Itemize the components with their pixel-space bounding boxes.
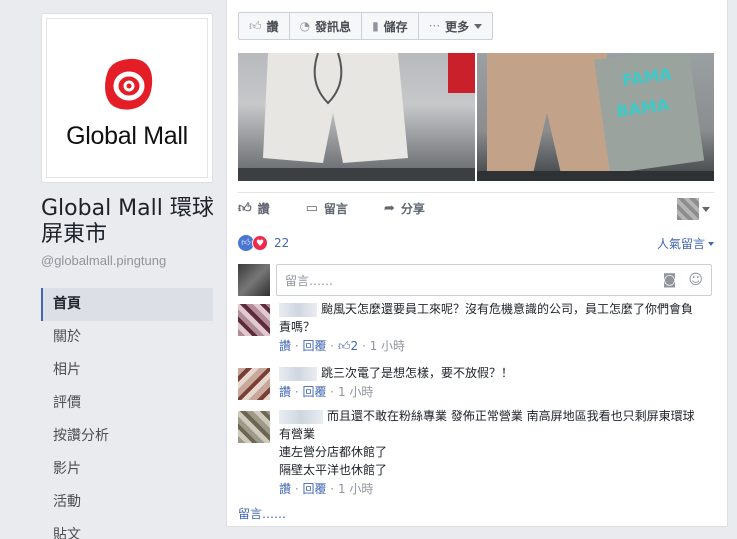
comment-time[interactable]: 1 小時 [338, 385, 373, 399]
post-like-button[interactable]: 👍︎ 讚 [238, 200, 270, 217]
comment-reply-link[interactable]: 回覆 [302, 385, 326, 399]
post-photo-1[interactable] [238, 53, 475, 181]
nav-item-photos[interactable]: 相片 [41, 354, 213, 387]
profile-picture[interactable]: Global Mall [41, 13, 213, 183]
emoji-icon[interactable]: ☺ [688, 272, 703, 288]
comment-meta: 讚 · 回覆 · 1 小時 [279, 482, 374, 496]
nav-item-reviews[interactable]: 評價 [41, 387, 213, 420]
comment-meta: 讚 · 回覆 · 1 小時 [279, 385, 374, 399]
commenter-name-redacted[interactable] [279, 409, 323, 424]
logo-text: Global Mall [66, 122, 188, 150]
more-label: 更多 [445, 19, 470, 34]
comment-text-line-3: 隔壁太平洋也休館了 [279, 463, 388, 477]
post-share-button[interactable]: ➦ 分享 [384, 200, 425, 217]
more-button[interactable]: ··· 更多 [417, 12, 494, 40]
post-as-selector[interactable] [677, 198, 710, 220]
share-arrow-icon: ➦ [383, 201, 395, 216]
comment-reply-link[interactable]: 回覆 [302, 339, 326, 353]
chevron-down-icon [474, 23, 483, 29]
camera-icon[interactable]: ◙ [663, 272, 677, 288]
page-title[interactable]: Global Mall 環球屏東市 [41, 196, 216, 248]
message-button[interactable]: ◔ 發訊息 [288, 12, 363, 40]
comment-body: 而且還不敢在粉絲專業 發佈正常營業 南高屏地區我看也只剩屏東環球有營業 連左營分… [279, 407, 704, 497]
comment-like-link[interactable]: 讚 [279, 482, 291, 496]
comment-input-placeholder: 留言…… [285, 273, 334, 288]
avatar[interactable] [238, 368, 270, 400]
comment-item: 颱風天怎麼還要員工來呢？沒有危機意識的公司，員工怎麼了你們會負責嗎？ 讚 · 回… [238, 300, 714, 362]
comment-sort-dropdown[interactable]: 人氣留言 [657, 235, 714, 252]
post-share-label: 分享 [400, 202, 425, 216]
avatar[interactable] [238, 304, 270, 336]
comment-item: 跳三次電了是想怎樣，要不放假？！ 讚 · 回覆 · 1 小時 [238, 364, 714, 404]
thumbs-up-icon: 👍︎ [249, 18, 262, 33]
love-reaction-icon[interactable]: ♥ [252, 235, 268, 251]
commenter-name-redacted[interactable] [279, 366, 317, 381]
thumbs-up-icon: 👍︎ [238, 201, 252, 216]
more-dots-icon: ··· [428, 19, 441, 33]
save-label: 儲存 [383, 19, 408, 34]
post-comment-label: 留言 [323, 202, 348, 216]
comment-reaction-number: 2 [350, 339, 359, 353]
comment-input[interactable]: 留言…… ◙ ☺ [276, 264, 712, 296]
post-comment-button[interactable]: ▭ 留言 [306, 200, 348, 217]
view-more-comments-link[interactable]: 留言…… [238, 505, 286, 522]
nav-item-likes-insights[interactable]: 按讚分析 [41, 420, 213, 453]
nav-item-about[interactable]: 關於 [41, 321, 213, 354]
comment-time[interactable]: 1 小時 [370, 339, 405, 353]
comment-time[interactable]: 1 小時 [338, 482, 373, 496]
page-nav: 首頁 關於 相片 評價 按讚分析 影片 活動 貼文 [41, 288, 213, 539]
sort-label: 人氣留言 [656, 237, 705, 251]
comment-composer: 留言…… ◙ ☺ [238, 262, 714, 298]
comment-text-line-1: 而且還不敢在粉絲專業 發佈正常營業 南高屏地區我看也只剩屏東環球有營業 [279, 409, 695, 441]
chevron-down-icon [702, 206, 710, 212]
reactions-summary: 👍︎ ♥ 22 人氣留言 [238, 233, 714, 253]
post-actions-bar: 👍︎ 讚 ▭ 留言 ➦ 分享 [238, 192, 714, 224]
comment-reply-link[interactable]: 回覆 [302, 482, 326, 496]
nav-item-home[interactable]: 首頁 [41, 288, 213, 321]
nav-item-events[interactable]: 活動 [41, 486, 213, 519]
comment-text: 跳三次電了是想怎樣，要不放假？！ [321, 366, 514, 380]
logo-frame: Global Mall [46, 18, 208, 178]
page-toolbar: 👍︎ 讚 ◔ 發訊息 ▮ 儲存 ··· 更多 [238, 12, 494, 40]
thumbs-up-icon: 👍︎ [337, 339, 351, 353]
avatar [677, 198, 699, 220]
page-handle[interactable]: @globalmall.pingtung [41, 253, 166, 268]
nav-item-videos[interactable]: 影片 [41, 453, 213, 486]
global-mall-logo-icon [105, 58, 153, 110]
comment-item: 而且還不敢在粉絲專業 發佈正常營業 南高屏地區我看也只剩屏東環球有營業 連左營分… [238, 407, 714, 499]
avatar[interactable] [238, 411, 270, 443]
comment-like-link[interactable]: 讚 [279, 385, 291, 399]
comment-reaction-count[interactable]: 👍︎2 [338, 339, 358, 353]
commenter-name-redacted[interactable] [279, 302, 317, 317]
composer-tools: ◙ ☺ [663, 272, 703, 288]
reaction-count[interactable]: 22 [274, 236, 289, 250]
comment-icon: ▭ [305, 201, 318, 216]
bookmark-icon: ▮ [372, 19, 379, 33]
avatar [238, 264, 270, 296]
messenger-icon: ◔ [299, 19, 311, 33]
comment-body: 颱風天怎麼還要員工來呢？沒有危機意識的公司，員工怎麼了你們會負責嗎？ 讚 · 回… [279, 300, 704, 354]
comment-body: 跳三次電了是想怎樣，要不放假？！ 讚 · 回覆 · 1 小時 [279, 364, 704, 400]
comment-text: 颱風天怎麼還要員工來呢？沒有危機意識的公司，員工怎麼了你們會負責嗎？ [279, 302, 694, 334]
post-like-label: 讚 [257, 202, 270, 216]
chevron-down-icon [708, 241, 714, 246]
save-button[interactable]: ▮ 儲存 [361, 12, 419, 40]
comment-like-link[interactable]: 讚 [279, 339, 291, 353]
comment-meta: 讚 · 回覆 · 👍︎2 · 1 小時 [279, 339, 406, 353]
pants-photo-graphic: FAMA BAMA [477, 53, 714, 181]
like-page-button[interactable]: 👍︎ 讚 [238, 12, 290, 40]
nav-item-posts[interactable]: 貼文 [41, 519, 213, 539]
post-photo-2[interactable]: FAMA BAMA [477, 53, 714, 181]
shorts-photo-graphic [238, 53, 475, 181]
message-label: 發訊息 [315, 19, 352, 34]
like-page-label: 讚 [266, 19, 279, 34]
comment-text-line-2: 連左營分店都休館了 [279, 445, 388, 459]
